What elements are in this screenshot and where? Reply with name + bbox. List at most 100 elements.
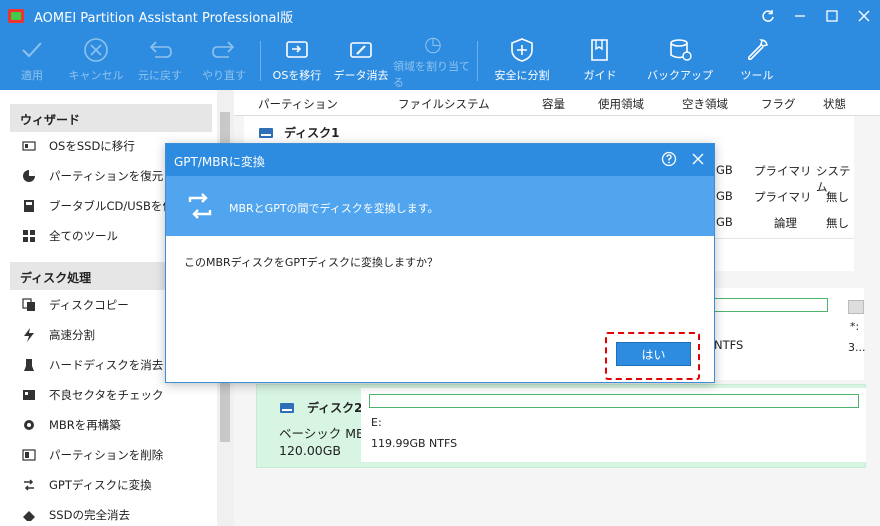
allocate-space-button[interactable]: 領域を割り当てる [393, 32, 473, 90]
row-2-free: GB [716, 189, 733, 203]
table-header: パーティション ファイルシステム 容量 使用領域 空き領域 フラグ 状態 [234, 90, 880, 116]
undo-label: 元に戻す [138, 69, 182, 82]
cancel-icon [84, 38, 108, 62]
yes-button[interactable]: はい [616, 342, 691, 366]
col-filesystem[interactable]: ファイルシステム [398, 96, 490, 112]
disk-icon [280, 402, 294, 413]
apply-button[interactable]: 適用 [0, 32, 64, 90]
window-title: AOMEI Partition Assistant Professional版 [34, 10, 294, 26]
col-used[interactable]: 使用領域 [598, 96, 644, 112]
bad-sector-icon [22, 388, 36, 402]
sidebar-item-bad-sector[interactable]: 不良セクタをチェック [22, 384, 217, 406]
guide-button[interactable]: ガイド [562, 32, 638, 90]
refresh-icon[interactable] [752, 0, 784, 32]
sidebar-item-delete-partition[interactable]: パーティションを削除 [22, 444, 217, 466]
toolbar: 適用 キャンセル 元に戻す やり直す OSを移行 データ消去 領域を割り当てる … [0, 32, 880, 90]
row-2-status: 無し [826, 190, 849, 204]
disk2-usage-bar [369, 394, 859, 408]
disk2-type: ベーシック MBR [279, 426, 374, 441]
col-partition[interactable]: パーティション [258, 96, 338, 112]
dialog-title: GPT/MBRに変換 [166, 144, 714, 176]
redo-button[interactable]: やり直す [192, 32, 256, 90]
bootable-media-icon [22, 199, 36, 213]
sidebar-item-label: パーティションを削除 [49, 448, 164, 462]
disk1-label: ディスク1 [284, 126, 340, 140]
sidebar-item-ssd-erase[interactable]: SSDの完全消去 [22, 504, 217, 526]
close-icon[interactable] [690, 151, 706, 167]
backup-icon [670, 39, 692, 61]
maximize-button[interactable] [816, 0, 848, 32]
row-3-flag: 論理 [774, 216, 797, 230]
guide-icon [591, 39, 608, 61]
dialog-banner: MBRとGPTの間でディスクを変換します。 [166, 176, 714, 236]
partition-usage-bar[interactable] [714, 298, 828, 312]
convert-dialog: GPT/MBRに変換 MBRとGPTの間でディスクを変換します。 このMBRディ… [165, 143, 715, 383]
convert-gpt-icon [22, 478, 36, 492]
wipe-data-label: データ消去 [333, 69, 389, 82]
window-controls [752, 0, 880, 32]
small-drive-icon[interactable] [848, 300, 864, 314]
sidebar-item-convert-gpt[interactable]: GPTディスクに変換 [22, 474, 217, 496]
dialog-question: このMBRディスクをGPTディスクに変換しますか？ [184, 256, 439, 269]
tools-icon [747, 39, 768, 61]
disk2-title: ディスク2 [279, 399, 363, 416]
disk-icon [259, 127, 273, 138]
ssd-erase-icon [22, 508, 36, 522]
sidebar-item-label: 全てのツール [49, 229, 118, 243]
migrate-os-button[interactable]: OSを移行 [265, 32, 329, 90]
wipe-data-button[interactable]: データ消去 [329, 32, 393, 90]
sidebar-item-label: OSをSSDに移行 [49, 139, 135, 153]
allocate-space-label: 領域を割り当てる [393, 60, 470, 89]
wizard-section-title: ウィザード [10, 104, 212, 132]
all-tools-icon [22, 229, 36, 243]
tools-label: ツール [740, 69, 774, 82]
small-drive-info: 3... [848, 341, 866, 354]
undo-icon [149, 41, 172, 58]
sidebar-item-label: 不良セクタをチェック [49, 388, 164, 402]
safe-split-icon [511, 38, 533, 62]
ssd-migrate-icon [22, 139, 36, 153]
minimize-button[interactable] [784, 0, 816, 32]
row-3-status: 無し [826, 216, 849, 230]
disk2-partition-info: 119.99GB NTFS [371, 437, 458, 450]
guide-label: ガイド [583, 69, 617, 82]
disk2-name: ディスク2 [307, 401, 363, 415]
sidebar-item-label: SSDの完全消去 [49, 508, 130, 522]
row-2-flag: プライマリ [754, 190, 812, 204]
tools-button[interactable]: ツール [722, 32, 792, 90]
disk-copy-icon [22, 298, 36, 312]
col-capacity[interactable]: 容量 [542, 96, 565, 112]
close-window-button[interactable] [848, 0, 880, 32]
wipe-data-icon [350, 42, 372, 58]
disk2-map[interactable]: ディスク2 ベーシック MBR 120.00GB E: 119.99GB NTF… [256, 384, 866, 468]
convert-icon [188, 193, 212, 219]
safe-split-label: 安全に分割 [494, 69, 550, 82]
sidebar-item-label: 高速分割 [49, 328, 95, 342]
col-free[interactable]: 空き領域 [682, 96, 728, 112]
col-status[interactable]: 状態 [823, 96, 846, 112]
cancel-button[interactable]: キャンセル [64, 32, 128, 90]
backup-label: バックアップ [647, 69, 713, 82]
sidebar-item-label: パーティションを復元 [49, 169, 164, 183]
apply-label: 適用 [21, 69, 43, 82]
migrate-os-label: OSを移行 [272, 69, 322, 82]
cancel-label: キャンセル [68, 69, 124, 82]
migrate-os-icon [286, 41, 308, 58]
sidebar-item-rebuild-mbr[interactable]: MBRを再構築 [22, 414, 217, 436]
help-icon[interactable] [661, 151, 677, 167]
partition-fs-label: NTFS [714, 338, 744, 352]
disk1-row[interactable]: ディスク1 [258, 124, 340, 141]
app-logo-icon [8, 9, 24, 23]
backup-button[interactable]: バックアップ [638, 32, 722, 90]
redo-icon [212, 41, 235, 58]
rebuild-mbr-icon [22, 418, 36, 432]
undo-button[interactable]: 元に戻す [128, 32, 192, 90]
sidebar-item-label: ハードディスクを消去 [49, 358, 164, 372]
disk2-partition[interactable]: E: 119.99GB NTFS [361, 388, 866, 462]
partition-recovery-icon [22, 169, 36, 183]
toolbar-separator [260, 41, 261, 81]
sidebar-item-label: MBRを再構築 [49, 418, 121, 432]
check-icon [22, 42, 42, 58]
safe-split-button[interactable]: 安全に分割 [482, 32, 562, 90]
col-flag[interactable]: フラグ [761, 96, 796, 112]
